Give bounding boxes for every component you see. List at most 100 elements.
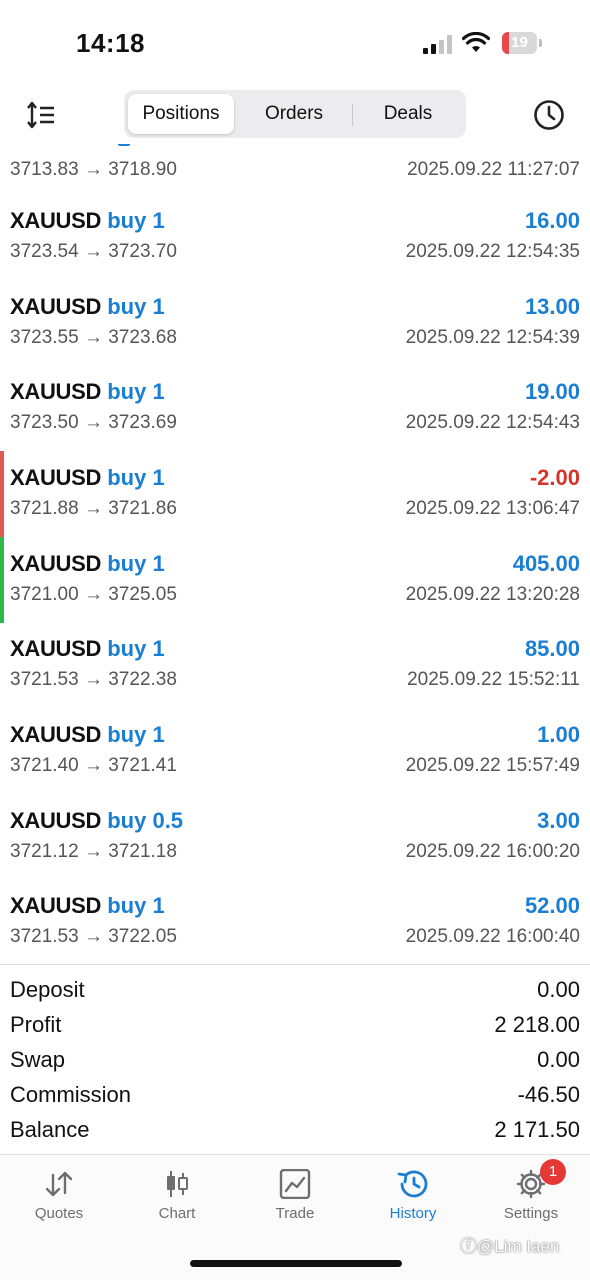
position-datetime: 2025.09.22 11:27:07 xyxy=(407,159,580,180)
tab-settings-label: Settings xyxy=(503,1205,559,1222)
position-prices: 3723.54 → 3723.70 xyxy=(10,241,177,262)
position-side: buy 1 xyxy=(107,636,165,661)
position-profit: 85.00 xyxy=(524,636,580,661)
history-screen: 14:18 19 Positions Orders Deals 3713.83 … xyxy=(0,0,590,1280)
history-clock-icon xyxy=(397,1170,428,1198)
position-profit: 16.00 xyxy=(524,208,580,233)
account-summary: Deposit 0.00 Profit 2 218.00 Swap 0.00 C… xyxy=(0,972,590,1148)
sort-list-icon[interactable] xyxy=(26,100,56,130)
summary-deposit: Deposit 0.00 xyxy=(0,972,590,1007)
deposit-label: Deposit xyxy=(10,977,85,1002)
position-symbol: XAUUSD xyxy=(10,808,102,833)
position-prices: 3721.53 → 3722.38 xyxy=(10,669,177,690)
battery-level: 19 xyxy=(511,34,528,51)
tab-positions[interactable]: Positions xyxy=(128,94,234,134)
tab-settings[interactable]: Settings 1 xyxy=(472,1159,590,1235)
quotes-arrows-icon xyxy=(45,1171,73,1197)
position-symbol: XAUUSD xyxy=(10,379,102,404)
list-item[interactable]: XAUUSD buy 0.5 3.00 3721.12 → 3721.18 20… xyxy=(0,804,590,890)
position-datetime: 2025.09.22 16:00:40 xyxy=(405,926,580,947)
status-bar: 14:18 19 xyxy=(0,0,590,80)
position-prices: 3721.88 → 3721.86 xyxy=(10,498,177,519)
position-symbol: XAUUSD xyxy=(10,722,102,747)
position-datetime: 2025.09.22 13:06:47 xyxy=(405,498,580,519)
list-item[interactable]: XAUUSD buy 1 52.00 3721.53 → 3722.05 202… xyxy=(0,889,590,964)
header: Positions Orders Deals xyxy=(0,86,590,144)
tab-chart-label: Chart xyxy=(158,1205,196,1222)
summary-profit: Profit 2 218.00 xyxy=(0,1007,590,1042)
list-item[interactable]: XAUUSD buy 1 1.00 3721.40 → 3721.41 2025… xyxy=(0,718,590,804)
position-profit: -2.00 xyxy=(529,465,580,490)
list-item[interactable]: XAUUSD buy 1 16.00 3723.54 → 3723.70 202… xyxy=(0,204,590,290)
status-time: 14:18 xyxy=(76,28,145,58)
position-prices: 3721.40 → 3721.41 xyxy=(10,755,177,776)
list-item[interactable]: XAUUSD buy 1 13.00 3723.55 → 3723.68 202… xyxy=(0,290,590,376)
summary-swap: Swap 0.00 xyxy=(0,1042,590,1077)
position-profit: 405.00 xyxy=(512,551,580,576)
list-item[interactable]: 3713.83 → 3718.90 2025.09.22 11:27:07 xyxy=(0,144,590,184)
position-profit: 19.00 xyxy=(524,379,580,404)
tab-orders[interactable]: Orders xyxy=(238,94,350,134)
position-side: buy 1 xyxy=(107,551,165,576)
list-item[interactable]: XAUUSD buy 1 19.00 3723.50 → 3723.69 202… xyxy=(0,375,590,461)
profit-label: Profit xyxy=(10,1012,62,1037)
position-prices: 3721.53 → 3722.05 xyxy=(10,926,177,947)
position-datetime: 2025.09.22 15:57:49 xyxy=(405,755,580,776)
summary-divider xyxy=(0,964,590,965)
tab-history-label: History xyxy=(389,1205,437,1222)
tab-trade-label: Trade xyxy=(275,1205,315,1222)
position-datetime: 2025.09.22 16:00:20 xyxy=(405,841,580,862)
deposit-value: 0.00 xyxy=(537,977,580,1002)
battery-icon: 19 xyxy=(502,32,542,54)
position-datetime: 2025.09.22 12:54:39 xyxy=(405,327,580,348)
position-symbol: XAUUSD xyxy=(10,208,102,233)
balance-label: Balance xyxy=(10,1117,90,1142)
clock-history-icon[interactable] xyxy=(532,98,566,132)
position-profit: 13.00 xyxy=(524,294,580,319)
position-side: buy 1 xyxy=(107,893,165,918)
watermark: ⓕ@Lim Iaen xyxy=(460,1237,560,1256)
position-symbol: XAUUSD xyxy=(10,893,102,918)
position-side: buy 0.5 xyxy=(107,808,184,833)
list-item[interactable]: XAUUSD buy 1 405.00 3721.00 → 3725.05 20… xyxy=(0,537,590,633)
position-profit: 1.00 xyxy=(537,722,580,747)
balance-value: 2 171.50 xyxy=(494,1117,580,1142)
home-indicator[interactable] xyxy=(190,1260,402,1267)
profit-marker xyxy=(0,537,4,623)
profit-value: 2 218.00 xyxy=(494,1012,580,1037)
tab-quotes[interactable]: Quotes xyxy=(0,1165,118,1235)
tab-trade[interactable]: Trade xyxy=(236,1165,354,1235)
position-datetime: 2025.09.22 12:54:43 xyxy=(405,412,580,433)
swap-value: 0.00 xyxy=(537,1047,580,1072)
position-datetime: 2025.09.22 15:52:11 xyxy=(407,669,580,690)
position-side: buy 1 xyxy=(107,379,165,404)
cellular-signal-icon xyxy=(423,34,453,54)
position-prices: 3721.00 → 3725.05 xyxy=(10,584,177,605)
position-side: buy 1 xyxy=(107,465,165,490)
position-datetime: 2025.09.22 12:54:35 xyxy=(405,241,580,262)
position-profit: 3.00 xyxy=(537,808,580,833)
position-prices: 3723.50 → 3723.69 xyxy=(10,412,177,433)
trade-chart-icon xyxy=(279,1169,311,1199)
positions-list: 3713.83 → 3718.90 2025.09.22 11:27:07 XA… xyxy=(0,144,590,964)
summary-commission: Commission -46.50 xyxy=(0,1077,590,1112)
loss-marker xyxy=(0,451,4,537)
position-symbol: XAUUSD xyxy=(10,465,102,490)
swap-label: Swap xyxy=(10,1047,66,1072)
wifi-icon xyxy=(462,32,490,52)
position-prices: 3723.55 → 3723.68 xyxy=(10,327,177,348)
position-symbol: XAUUSD xyxy=(10,294,102,319)
position-profit: 52.00 xyxy=(524,893,580,918)
tab-quotes-label: Quotes xyxy=(34,1205,84,1222)
list-item[interactable]: XAUUSD buy 1 85.00 3721.53 → 3722.38 202… xyxy=(0,632,590,718)
tab-deals[interactable]: Deals xyxy=(354,94,462,134)
list-item[interactable]: XAUUSD buy 1 -2.00 3721.88 → 3721.86 202… xyxy=(0,451,590,547)
position-side: buy 1 xyxy=(107,722,165,747)
position-datetime: 2025.09.22 13:20:28 xyxy=(405,584,580,605)
position-prices: 3721.12 → 3721.18 xyxy=(10,841,177,862)
candlestick-icon xyxy=(167,1171,188,1197)
tab-chart[interactable]: Chart xyxy=(118,1165,236,1235)
commission-value: -46.50 xyxy=(517,1082,580,1107)
tab-history[interactable]: History xyxy=(354,1165,472,1235)
commission-label: Commission xyxy=(10,1082,132,1107)
